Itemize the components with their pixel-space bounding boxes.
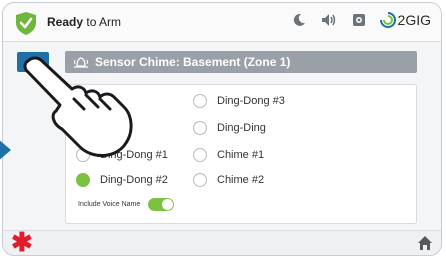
chime-option[interactable]: Ding-Ding: [193, 121, 266, 135]
system-status: Ready to Arm: [47, 15, 121, 29]
ready-shield-icon: [13, 10, 39, 41]
chime-option[interactable]: Ding-Dong #3: [193, 94, 285, 108]
brand-logo: 2GIG: [379, 12, 431, 28]
chime-option-label: Chime #1: [217, 149, 265, 161]
status-rest: to Arm: [83, 15, 122, 29]
chime-option-label: Chime #2: [217, 174, 265, 186]
brand-swirl-icon: [379, 12, 396, 28]
radio-button-selected[interactable]: [76, 173, 90, 187]
camera-icon[interactable]: [350, 11, 368, 29]
chime-option[interactable]: Chime #1: [193, 148, 264, 162]
status-bar: Ready to Arm 2GIG: [3, 3, 441, 42]
chime-option[interactable]: Chime #2: [193, 173, 264, 187]
emergency-asterisk-icon[interactable]: ✱: [11, 227, 33, 255]
brand-name: 2GIG: [397, 12, 431, 28]
chime-option[interactable]: Ding-Dong #2: [76, 173, 168, 187]
status-bold: Ready: [47, 15, 84, 29]
pointing-hand-icon: [20, 55, 140, 170]
chime-option-label: Ding-Ding: [217, 122, 266, 134]
include-voice-name-toggle[interactable]: [148, 198, 175, 211]
include-voice-name-row: Include Voice Name: [78, 198, 175, 211]
include-voice-name-label: Include Voice Name: [78, 201, 141, 208]
radio-button[interactable]: [193, 173, 207, 187]
moon-icon[interactable]: [290, 11, 308, 29]
radio-button[interactable]: [193, 121, 207, 135]
home-icon[interactable]: [417, 235, 433, 255]
volume-icon[interactable]: [320, 11, 338, 29]
radio-button[interactable]: [193, 148, 207, 162]
radio-button[interactable]: [193, 94, 207, 108]
chime-option-label: Ding-Dong #2: [100, 174, 168, 186]
bottom-bar: ✱: [3, 227, 441, 255]
callout-arrow-icon: [0, 138, 11, 167]
chime-option-label: Ding-Dong #3: [217, 95, 285, 107]
